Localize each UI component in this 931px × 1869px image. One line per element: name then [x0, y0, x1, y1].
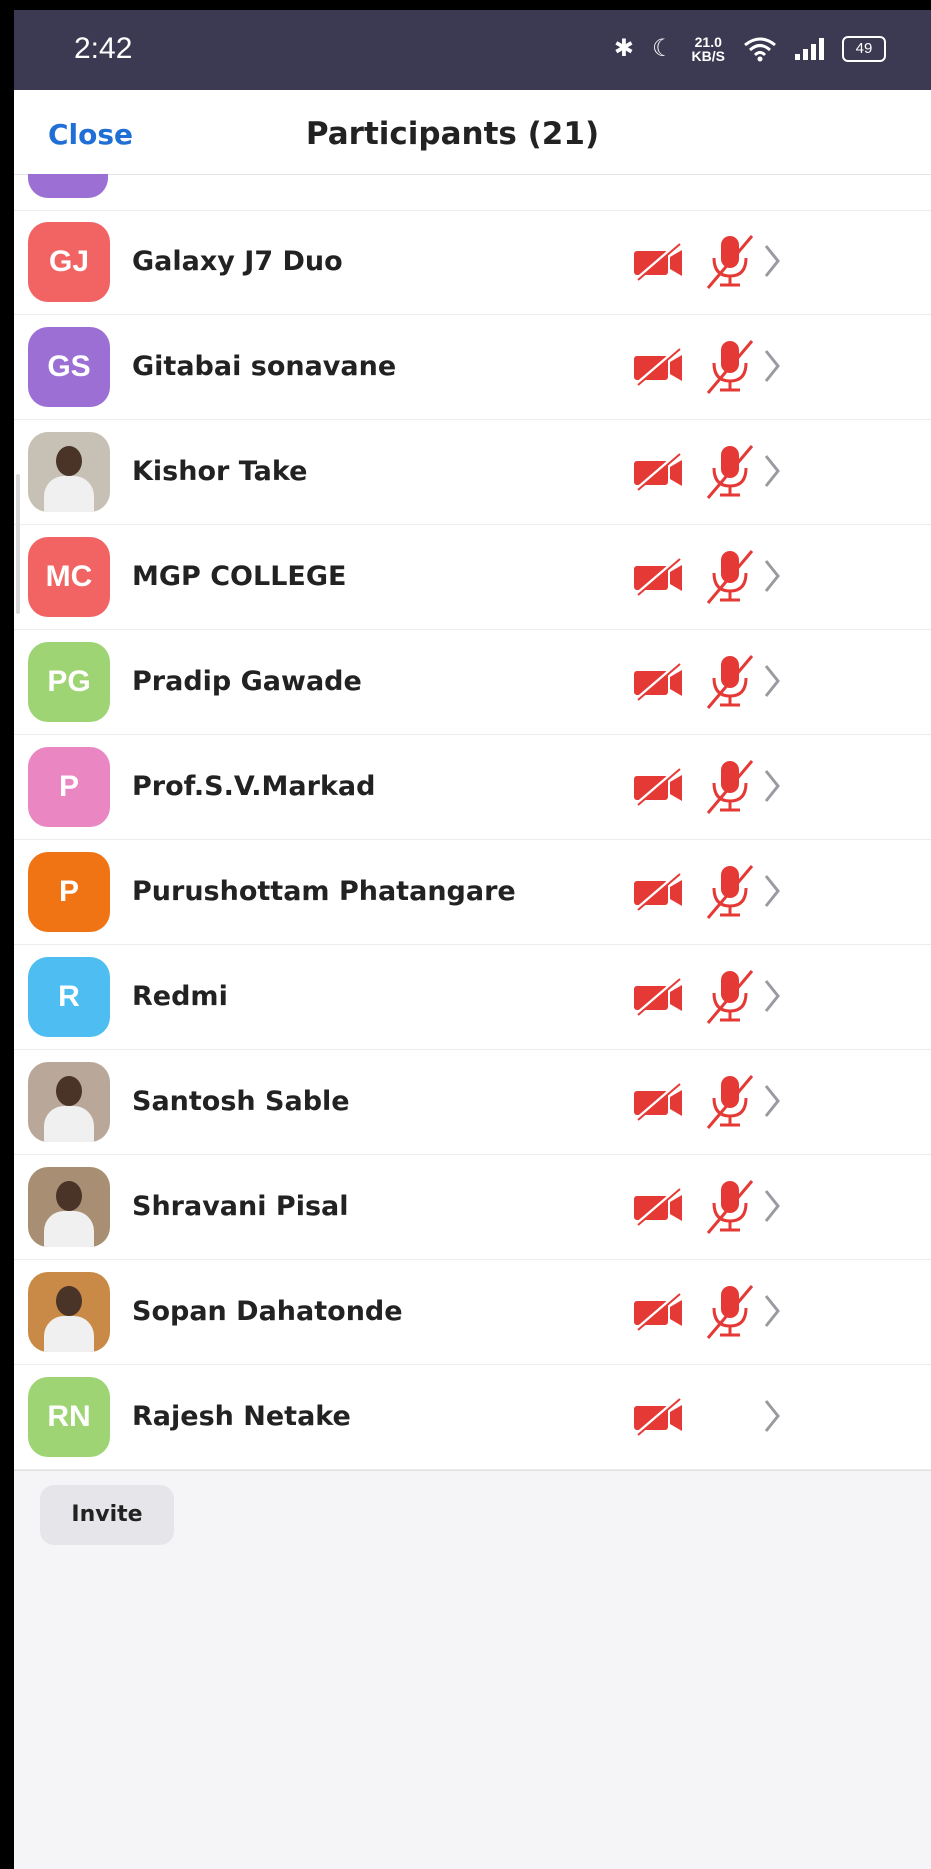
avatar: GS: [28, 327, 110, 407]
mic-off-icon[interactable]: [704, 967, 756, 1025]
chevron-right-icon[interactable]: [762, 662, 782, 700]
status-icons: ✱ ☾ 21.0 KB/S 49: [614, 34, 886, 63]
bluetooth-icon: ✱: [613, 35, 635, 62]
chevron-right-icon[interactable]: [762, 347, 782, 385]
mic-off-icon[interactable]: [704, 1177, 756, 1235]
video-off-icon[interactable]: [632, 977, 686, 1017]
video-off-icon[interactable]: [632, 557, 686, 597]
network-speed: 21.0 KB/S: [692, 35, 725, 63]
video-off-icon[interactable]: [632, 452, 686, 492]
video-off-icon[interactable]: [632, 1187, 686, 1227]
avatar: R: [28, 957, 110, 1037]
video-off-icon[interactable]: [632, 1292, 686, 1332]
chevron-right-icon[interactable]: [762, 977, 782, 1015]
participant-name: Redmi: [132, 981, 228, 1012]
photo-head: [56, 1286, 82, 1316]
avatar: [28, 432, 110, 512]
chevron-right-icon[interactable]: [762, 1187, 782, 1225]
chevron-right-icon[interactable]: [762, 242, 782, 280]
mic-off-icon[interactable]: [704, 1072, 756, 1130]
participant-name: Purushottam Phatangare: [132, 876, 516, 907]
mic-off-icon[interactable]: [704, 442, 756, 500]
participant-row[interactable]: MC MGP COLLEGE: [14, 525, 931, 630]
page-title: Participants (21): [305, 116, 600, 152]
avatar: GJ: [28, 222, 110, 302]
participant-row[interactable]: P Purushottam Phatangare: [14, 840, 931, 945]
mic-off-icon[interactable]: [704, 232, 756, 290]
moon-icon: ☾: [652, 35, 674, 62]
wifi-icon: [744, 37, 776, 61]
participant-name: Prof.S.V.Markad: [132, 771, 376, 802]
participant-row[interactable]: Santosh Sable: [14, 1050, 931, 1155]
chevron-right-icon[interactable]: [762, 557, 782, 595]
photo-head: [56, 1076, 82, 1106]
participant-row[interactable]: RN Rajesh Netake: [14, 1365, 931, 1470]
participant-row[interactable]: R Redmi: [14, 945, 931, 1050]
video-off-icon[interactable]: [632, 1082, 686, 1122]
phone-screen: 2:42 ✱ ☾ 21.0 KB/S 49 Close Participants…: [14, 10, 931, 1869]
photo-body: [44, 1316, 94, 1352]
participant-name: Pradip Gawade: [132, 666, 362, 697]
chevron-right-icon[interactable]: [762, 767, 782, 805]
avatar: [28, 1272, 110, 1352]
participant-row[interactable]: PG Pradip Gawade: [14, 630, 931, 735]
participant-name: Sopan Dahatonde: [132, 1296, 403, 1327]
footer-bar: Invite: [14, 1470, 931, 1869]
chevron-right-icon[interactable]: [762, 872, 782, 910]
participant-name: Galaxy J7 Duo: [132, 246, 343, 277]
photo-body: [44, 1211, 94, 1247]
chevron-right-icon[interactable]: [762, 1292, 782, 1330]
participant-row[interactable]: P Prof.S.V.Markad: [14, 735, 931, 840]
avatar: [28, 1167, 110, 1247]
mic-off-icon[interactable]: [704, 337, 756, 395]
video-off-icon[interactable]: [632, 662, 686, 702]
partial-list-item[interactable]: [14, 174, 931, 211]
video-off-icon[interactable]: [632, 347, 686, 387]
participant-row[interactable]: GJ Galaxy J7 Duo: [14, 210, 931, 315]
avatar: P: [28, 747, 110, 827]
scrollbar[interactable]: [16, 474, 20, 614]
participant-name: Shravani Pisal: [132, 1191, 349, 1222]
chevron-right-icon[interactable]: [762, 1082, 782, 1120]
participant-name: Rajesh Netake: [132, 1401, 351, 1432]
participant-name: Santosh Sable: [132, 1086, 350, 1117]
avatar: [28, 1062, 110, 1142]
invite-button[interactable]: Invite: [40, 1485, 174, 1545]
avatar: RN: [28, 1377, 110, 1457]
video-off-icon[interactable]: [632, 1397, 686, 1437]
participant-row[interactable]: Sopan Dahatonde: [14, 1260, 931, 1365]
participant-row[interactable]: Kishor Take: [14, 420, 931, 525]
avatar: PG: [28, 642, 110, 722]
video-off-icon[interactable]: [632, 767, 686, 807]
participants-header: Close Participants (21): [14, 90, 931, 175]
video-off-icon[interactable]: [632, 872, 686, 912]
participant-name: Kishor Take: [132, 456, 308, 487]
mic-off-icon[interactable]: [704, 652, 756, 710]
network-speed-unit: KB/S: [691, 47, 725, 64]
participant-name: MGP COLLEGE: [132, 561, 347, 592]
mic-off-icon[interactable]: [704, 862, 756, 920]
photo-head: [56, 446, 82, 476]
video-off-icon[interactable]: [632, 242, 686, 282]
mic-off-icon[interactable]: [704, 1282, 756, 1340]
chevron-right-icon[interactable]: [762, 452, 782, 490]
avatar: P: [28, 852, 110, 932]
participant-list[interactable]: GJ Galaxy J7 Duo GS Gitabai sonavane Kis…: [14, 174, 931, 1470]
participant-row[interactable]: GS Gitabai sonavane: [14, 315, 931, 420]
participant-name: Gitabai sonavane: [132, 351, 397, 382]
signal-icon: [795, 37, 824, 60]
status-time: 2:42: [74, 32, 133, 65]
chevron-right-icon[interactable]: [762, 1397, 782, 1435]
photo-body: [44, 476, 94, 512]
avatar: MC: [28, 537, 110, 617]
photo-head: [56, 1181, 82, 1211]
avatar: [28, 174, 108, 198]
mic-off-icon[interactable]: [704, 547, 756, 605]
participant-row[interactable]: Shravani Pisal: [14, 1155, 931, 1260]
mic-off-icon[interactable]: [704, 757, 756, 815]
battery-indicator: 49: [842, 35, 886, 62]
status-bar: 2:42 ✱ ☾ 21.0 KB/S 49: [14, 10, 931, 90]
photo-body: [44, 1106, 94, 1142]
